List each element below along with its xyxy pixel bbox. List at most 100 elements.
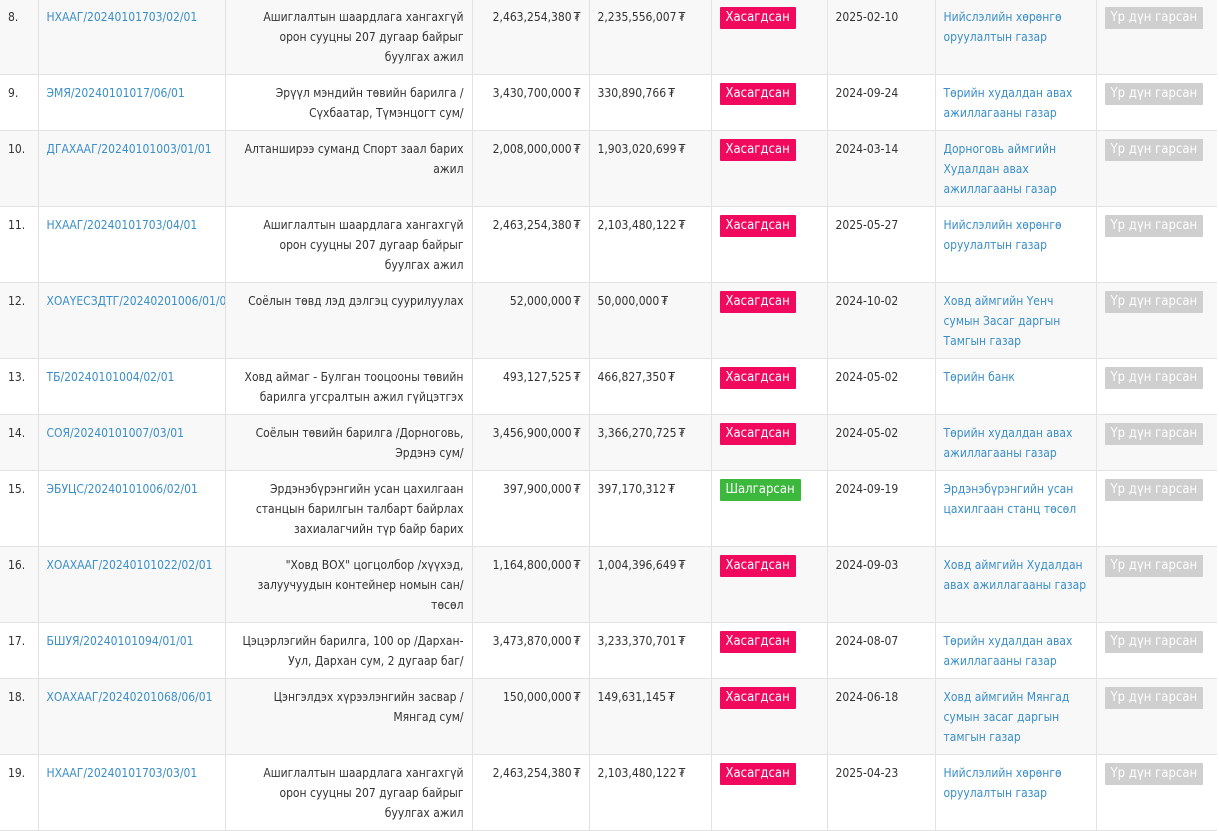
tender-date: 2024-10-02 — [835, 294, 899, 308]
tender-code-link[interactable]: ХОАҮЕСЗДТГ/20240201006/01/01 — [47, 294, 225, 308]
currency-symbol: ₮ — [573, 634, 581, 648]
bid-amount-cell: 50,000,000 ₮ — [589, 282, 712, 359]
status-cell: Хасагдсан — [711, 414, 828, 471]
tender-code-cell: ЭБУЦС/20240101006/02/01 — [38, 470, 226, 547]
currency-symbol: ₮ — [678, 766, 686, 780]
organization-link[interactable]: Ховд аймгийн Үенч сумын Засаг даргын Там… — [944, 294, 1061, 348]
organization-link[interactable]: Ховд аймгийн Худалдан авах ажиллагааны г… — [944, 558, 1087, 592]
result-badge[interactable]: Үр дүн гарсан — [1104, 479, 1204, 501]
organization-link[interactable]: Төрийн банк — [944, 370, 1015, 384]
date-cell: 2025-05-27 — [827, 206, 936, 283]
organization-link[interactable]: Нийслэлийн хөрөнгө оруулалтын газар — [944, 766, 1062, 800]
tender-code-link[interactable]: НХААГ/20240101703/04/01 — [47, 218, 198, 232]
budget-cell: 2,463,254,380 ₮ — [472, 754, 590, 831]
bid-amount-cell: 3,366,270,725 ₮ — [589, 414, 712, 471]
result-badge[interactable]: Үр дүн гарсан — [1104, 555, 1204, 577]
row-number-cell: 15. — [0, 470, 39, 547]
result-cell: Үр дүн гарсан — [1096, 0, 1217, 75]
bid-amount: 2,235,556,007 — [597, 10, 677, 24]
currency-symbol: ₮ — [573, 426, 581, 440]
bid-amount: 1,004,396,649 — [597, 558, 677, 572]
tender-code-link[interactable]: ДГАХААГ/20240101003/01/01 — [47, 142, 212, 156]
organization-link[interactable]: Ховд аймгийн Мянгад сумын засаг даргын т… — [944, 690, 1070, 744]
organization-cell: Ховд аймгийн Худалдан авах ажиллагааны г… — [935, 546, 1097, 623]
tender-name-cell: Эрдэнэбүрэнгийн усан цахилгаан станцын б… — [225, 470, 473, 547]
status-cell: Хасагдсан — [711, 622, 828, 679]
date-cell: 2024-05-02 — [827, 414, 936, 471]
organization-link[interactable]: Төрийн худалдан авах ажиллагааны газар — [944, 426, 1073, 460]
date-cell: 2024-09-24 — [827, 74, 936, 131]
status-cell: Хасагдсан — [711, 0, 828, 75]
tender-code-link[interactable]: ХОАХААГ/20240201068/06/01 — [47, 690, 213, 704]
organization-link[interactable]: Төрийн худалдан авах ажиллагааны газар — [944, 634, 1073, 668]
tender-name: Соёлын төвийн барилга /Дорноговь, Эрдэнэ… — [255, 426, 464, 460]
organization-link[interactable]: Төрийн худалдан авах ажиллагааны газар — [944, 86, 1073, 120]
organization-cell: Төрийн банк — [935, 358, 1097, 415]
tender-code-link[interactable]: ХОАХААГ/20240101022/02/01 — [47, 558, 213, 572]
row-number-cell: 9. — [0, 74, 39, 131]
currency-symbol: ₮ — [573, 482, 581, 496]
tender-name: Алтанширээ суманд Спорт заал барих ажил — [244, 142, 464, 176]
budget-cell: 2,463,254,380 ₮ — [472, 206, 590, 283]
row-number-cell: 19. — [0, 754, 39, 831]
budget-cell: 3,430,700,000 ₮ — [472, 74, 590, 131]
organization-cell: Ховд аймгийн Мянгад сумын засаг даргын т… — [935, 678, 1097, 755]
result-badge[interactable]: Үр дүн гарсан — [1104, 139, 1204, 161]
currency-symbol: ₮ — [678, 142, 686, 156]
tender-code-cell: ХОАХААГ/20240101022/02/01 — [38, 546, 226, 623]
row-number: 16. — [8, 558, 26, 572]
tender-code-cell: БШУЯ/20240101094/01/01 — [38, 622, 226, 679]
tender-code-link[interactable]: БШУЯ/20240101094/01/01 — [47, 634, 194, 648]
organization-link[interactable]: Дорноговь аймгийн Худалдан авах ажиллага… — [944, 142, 1057, 196]
budget-amount: 2,008,000,000 — [492, 142, 572, 156]
result-badge[interactable]: Үр дүн гарсан — [1104, 423, 1204, 445]
tender-date: 2025-02-10 — [835, 10, 899, 24]
organization-link[interactable]: Нийслэлийн хөрөнгө оруулалтын газар — [944, 218, 1062, 252]
bid-amount: 330,890,766 — [597, 86, 667, 100]
currency-symbol: ₮ — [573, 142, 581, 156]
result-badge[interactable]: Үр дүн гарсан — [1104, 215, 1204, 237]
result-badge[interactable]: Үр дүн гарсан — [1104, 7, 1204, 29]
result-badge[interactable]: Үр дүн гарсан — [1104, 291, 1204, 313]
result-badge[interactable]: Үр дүн гарсан — [1104, 631, 1204, 653]
tender-date: 2024-09-03 — [835, 558, 899, 572]
currency-symbol: ₮ — [678, 10, 686, 24]
currency-symbol: ₮ — [573, 690, 581, 704]
tender-name: Соёлын төвд лэд дэлгэц суурилуулах — [248, 294, 464, 308]
bid-amount: 2,103,480,122 — [597, 218, 677, 232]
status-cell: Шалгарсан — [711, 470, 828, 547]
result-badge[interactable]: Үр дүн гарсан — [1104, 367, 1204, 389]
currency-symbol: ₮ — [668, 86, 676, 100]
tender-name-cell: "Ховд ВОХ" цогцолбор /хүүхэд, залуучууды… — [225, 546, 473, 623]
tender-code-link[interactable]: ЭМЯ/20240101017/06/01 — [47, 86, 185, 100]
budget-amount: 1,164,800,000 — [492, 558, 572, 572]
status-badge: Хасагдсан — [719, 423, 796, 445]
date-cell: 2025-04-23 — [827, 754, 936, 831]
tender-code-cell: НХААГ/20240101703/02/01 — [38, 0, 226, 75]
bid-amount: 397,170,312 — [597, 482, 667, 496]
tender-code-cell: ХОАҮЕСЗДТГ/20240201006/01/01 — [38, 282, 226, 359]
result-badge[interactable]: Үр дүн гарсан — [1104, 763, 1204, 785]
status-badge: Шалгарсан — [719, 479, 801, 501]
tender-name: Эрдэнэбүрэнгийн усан цахилгаан станцын б… — [255, 482, 464, 536]
tender-name-cell: Цэнгэлдэх хүрээлэнгийн засвар /Мянгад су… — [225, 678, 473, 755]
row-number-cell: 8. — [0, 0, 39, 75]
status-cell: Хасагдсан — [711, 206, 828, 283]
result-badge[interactable]: Үр дүн гарсан — [1104, 687, 1204, 709]
bid-amount-cell: 466,827,350 ₮ — [589, 358, 712, 415]
tender-name: "Ховд ВОХ" цогцолбор /хүүхэд, залуучууды… — [257, 558, 464, 612]
organization-cell: Эрдэнэбүрэнгийн усан цахилгаан станц төс… — [935, 470, 1097, 547]
result-cell: Үр дүн гарсан — [1096, 282, 1217, 359]
tender-code-link[interactable]: ТБ/20240101004/02/01 — [47, 370, 175, 384]
organization-link[interactable]: Эрдэнэбүрэнгийн усан цахилгаан станц төс… — [944, 482, 1077, 516]
tender-name-cell: Ховд аймаг - Булган тооцооны төвийн бари… — [225, 358, 473, 415]
tender-code-link[interactable]: НХААГ/20240101703/02/01 — [47, 10, 198, 24]
tender-code-link[interactable]: СОЯ/20240101007/03/01 — [47, 426, 184, 440]
table-row: 14. СОЯ/20240101007/03/01 Соёлын төвийн … — [0, 414, 1217, 471]
organization-link[interactable]: Нийслэлийн хөрөнгө оруулалтын газар — [944, 10, 1062, 44]
budget-cell: 2,463,254,380 ₮ — [472, 0, 590, 75]
result-badge[interactable]: Үр дүн гарсан — [1104, 83, 1204, 105]
tender-code-link[interactable]: ЭБУЦС/20240101006/02/01 — [47, 482, 198, 496]
bid-amount: 466,827,350 — [597, 370, 667, 384]
tender-code-link[interactable]: НХААГ/20240101703/03/01 — [47, 766, 198, 780]
